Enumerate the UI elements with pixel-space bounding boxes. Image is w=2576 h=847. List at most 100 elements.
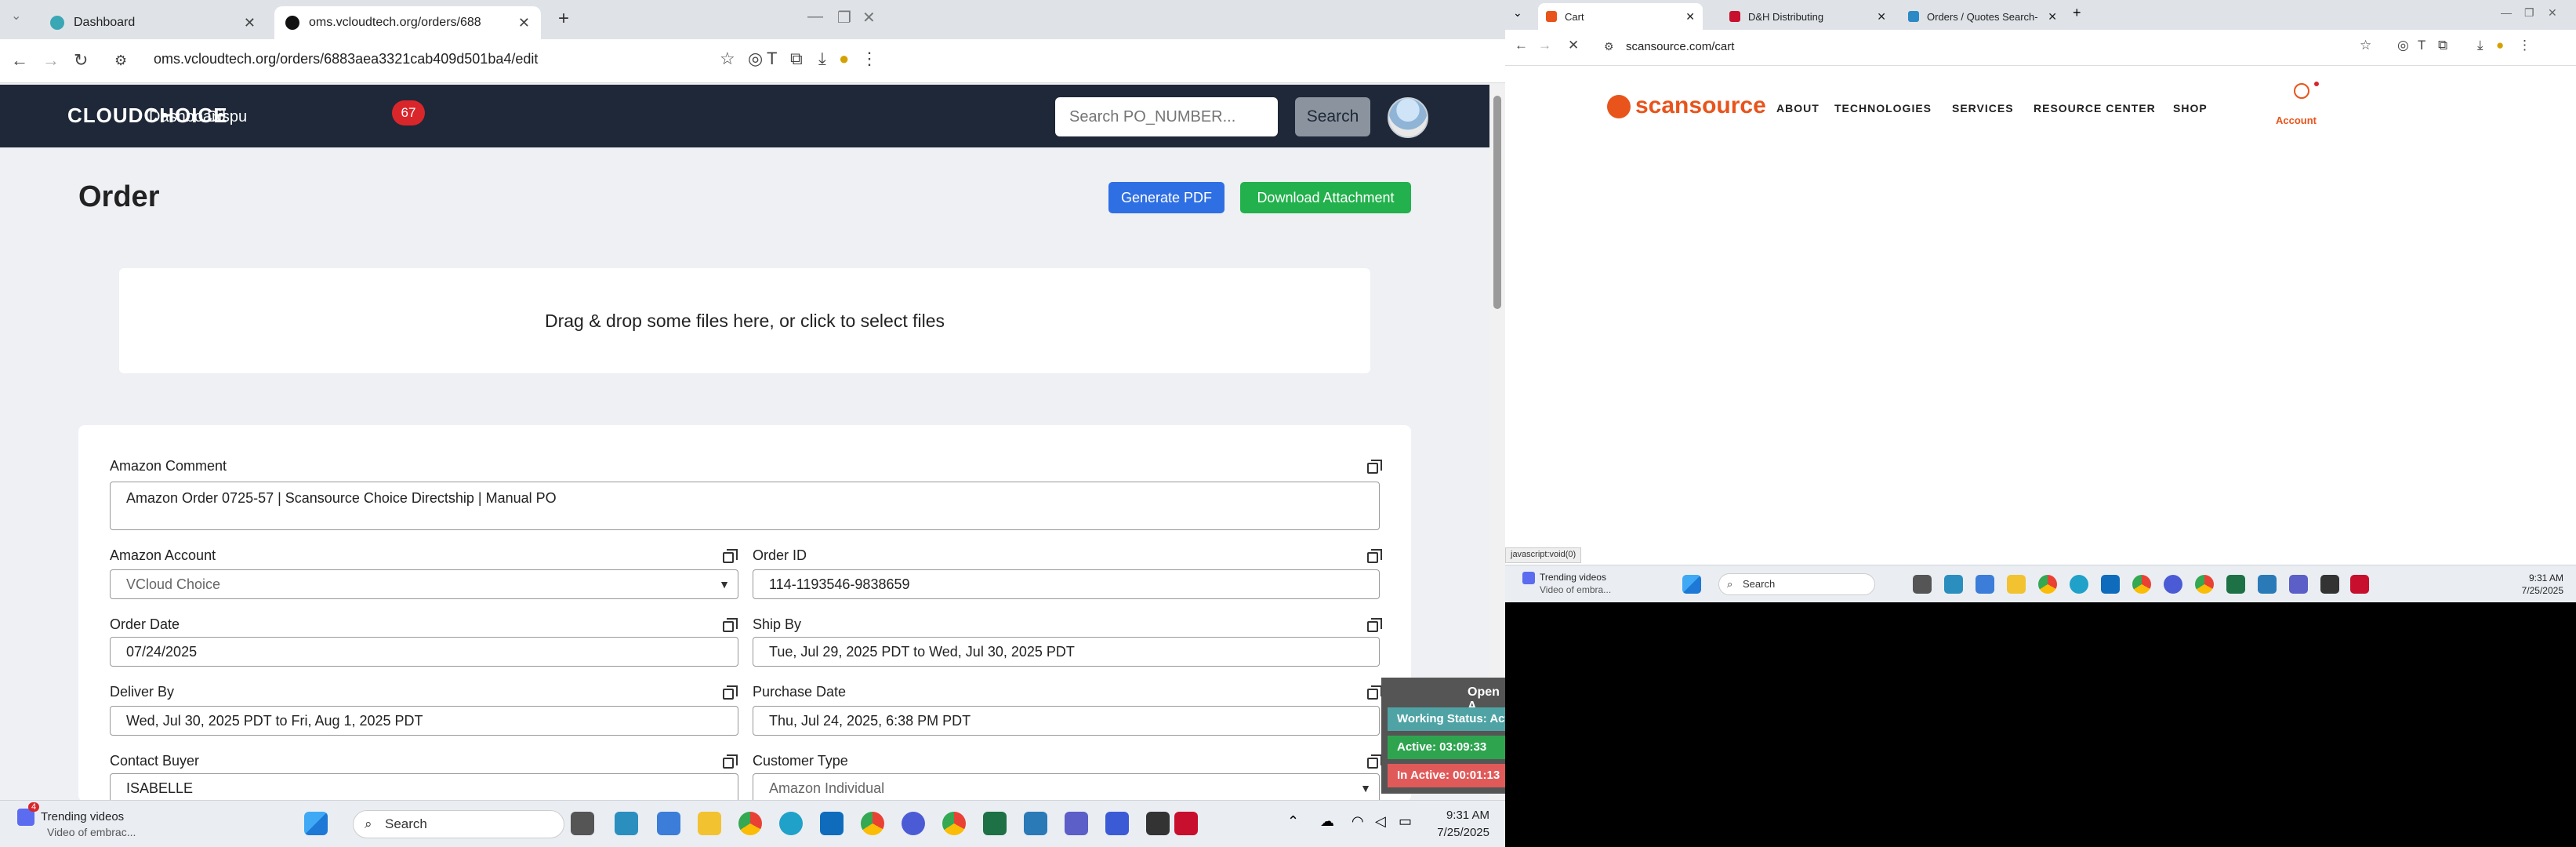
- tab-search-chevron-icon[interactable]: ⌄: [1513, 6, 1522, 20]
- ship-by-field[interactable]: Tue, Jul 29, 2025 PDT to Wed, Jul 30, 20…: [753, 637, 1380, 667]
- new-tab-icon[interactable]: +: [2073, 5, 2081, 21]
- nav-resource-center[interactable]: RESOURCE CENTER: [2034, 102, 2156, 115]
- reload-icon[interactable]: ↻: [74, 50, 88, 71]
- back-icon[interactable]: ←: [11, 50, 28, 71]
- url-field[interactable]: scansource.com/cart: [1626, 40, 1734, 53]
- taskbar-search[interactable]: ⌕ Search: [353, 810, 564, 838]
- order-id-field[interactable]: 114-1193546-9838659: [753, 569, 1380, 599]
- copy-icon[interactable]: [723, 685, 738, 700]
- download-icon[interactable]: ⤓: [2477, 38, 2483, 53]
- scrollbar-thumb[interactable]: [1493, 96, 1501, 309]
- contact-buyer-field[interactable]: ISABELLE: [110, 773, 738, 800]
- nav-services[interactable]: SERVICES: [1952, 102, 2014, 115]
- copy-icon[interactable]: [1367, 549, 1382, 563]
- minimize-icon[interactable]: —: [2501, 6, 2512, 19]
- excel-icon[interactable]: [983, 812, 1007, 835]
- copy-icon[interactable]: [1367, 685, 1382, 700]
- chrome-profile-icon[interactable]: [2132, 575, 2151, 594]
- deliver-by-field[interactable]: Wed, Jul 30, 2025 PDT to Fri, Aug 1, 202…: [110, 706, 738, 736]
- onedrive-icon[interactable]: ☁: [1320, 813, 1334, 830]
- calculator-icon[interactable]: [657, 812, 680, 835]
- bookmark-star-icon[interactable]: ☆: [720, 49, 735, 69]
- edge-icon[interactable]: [779, 812, 803, 835]
- amazon-account-select[interactable]: VCloud Choice ▼: [110, 569, 738, 599]
- reader-mode-icon[interactable]: T: [767, 49, 777, 69]
- snipping-icon[interactable]: [1105, 812, 1129, 835]
- close-icon[interactable]: ✕: [1877, 10, 1886, 24]
- chrome-icon[interactable]: [2038, 575, 2057, 594]
- close-icon[interactable]: ✕: [518, 15, 530, 31]
- reader-mode-icon[interactable]: T: [2418, 38, 2425, 53]
- chrome-alt-icon[interactable]: [942, 812, 966, 835]
- tab-orders-quotes[interactable]: Orders / Quotes Search- ECExp ✕: [1900, 3, 2065, 30]
- restore-icon[interactable]: ❐: [837, 8, 851, 27]
- nav-technologies[interactable]: TECHNOLOGIES: [1834, 102, 1932, 115]
- window-close-icon[interactable]: ✕: [862, 8, 876, 27]
- purchase-date-field[interactable]: Thu, Jul 24, 2025, 6:38 PM PDT: [753, 706, 1380, 736]
- forward-icon[interactable]: →: [1538, 38, 1551, 53]
- forward-icon[interactable]: →: [42, 50, 60, 71]
- menu-icon[interactable]: ⋮: [861, 49, 878, 69]
- search-button[interactable]: Search: [1295, 97, 1370, 136]
- tab-order-edit[interactable]: oms.vcloudtech.org/orders/688 ✕: [274, 6, 541, 39]
- download-attachment-button[interactable]: Download Attachment: [1240, 182, 1411, 213]
- window-close-icon[interactable]: ✕: [2548, 6, 2557, 20]
- calculator-icon[interactable]: [1976, 575, 1994, 594]
- excel-icon[interactable]: [2226, 575, 2245, 594]
- taskbar-search[interactable]: ⌕ Search: [1718, 573, 1875, 595]
- translate-icon[interactable]: ◎: [2397, 38, 2409, 53]
- app-icon[interactable]: [1944, 575, 1963, 594]
- customer-type-select[interactable]: Amazon Individual ▼: [753, 773, 1380, 800]
- remote-desktop-icon[interactable]: [1024, 812, 1047, 835]
- close-icon[interactable]: ✕: [2048, 10, 2057, 24]
- notepad-icon[interactable]: [2320, 575, 2339, 594]
- close-icon[interactable]: ✕: [1685, 10, 1695, 24]
- zoom-icon[interactable]: [2164, 575, 2182, 594]
- copy-icon[interactable]: [723, 618, 738, 632]
- windows-start-icon[interactable]: [1682, 575, 1701, 594]
- translate-icon[interactable]: ◎: [748, 49, 763, 69]
- download-icon[interactable]: ⤓: [818, 49, 826, 69]
- teams-icon[interactable]: [1065, 812, 1088, 835]
- remote-desktop-icon[interactable]: [2258, 575, 2277, 594]
- chrome-icon[interactable]: [738, 812, 762, 835]
- app-icon[interactable]: [615, 812, 638, 835]
- stop-loading-icon[interactable]: ✕: [1568, 38, 1579, 53]
- trending-videos-widget[interactable]: 4 Trending videos Video of embrac...: [17, 802, 136, 839]
- taskbar-clock[interactable]: 9:31 AM 7/25/2025: [2522, 572, 2563, 597]
- chrome-alt-icon[interactable]: [2195, 575, 2214, 594]
- notepad-icon[interactable]: [1146, 812, 1170, 835]
- battery-icon[interactable]: ▭: [1399, 813, 1412, 830]
- generate-pdf-button[interactable]: Generate PDF: [1108, 182, 1225, 213]
- edge-icon[interactable]: [2070, 575, 2088, 594]
- acrobat-icon[interactable]: [2350, 575, 2369, 594]
- nav-disputes-link[interactable]: Dispu: [207, 108, 247, 126]
- acrobat-icon[interactable]: [1174, 812, 1198, 835]
- tab-dashboard[interactable]: Dashboard ✕: [39, 6, 267, 39]
- site-info-icon[interactable]: ⚙: [114, 53, 127, 69]
- wifi-icon[interactable]: ◠: [1351, 813, 1364, 830]
- volume-icon[interactable]: ◁: [1375, 813, 1386, 830]
- profile-icon[interactable]: ●: [2496, 38, 2504, 53]
- site-info-icon[interactable]: ⚙: [1604, 40, 1614, 53]
- profile-icon[interactable]: ●: [839, 49, 849, 69]
- copy-icon[interactable]: [1367, 754, 1382, 769]
- outlook-icon[interactable]: [820, 812, 844, 835]
- new-tab-icon[interactable]: +: [558, 8, 569, 30]
- account-user-icon[interactable]: [2294, 83, 2309, 99]
- account-link[interactable]: Account: [2276, 115, 2317, 126]
- file-explorer-icon[interactable]: [698, 812, 721, 835]
- nav-about[interactable]: ABOUT: [1776, 102, 1820, 115]
- teams-icon[interactable]: [2289, 575, 2308, 594]
- zoom-icon[interactable]: [902, 812, 925, 835]
- restore-icon[interactable]: ❐: [2524, 6, 2534, 20]
- task-view-icon[interactable]: [1913, 575, 1932, 594]
- tab-search-chevron-icon[interactable]: ⌄: [11, 8, 21, 24]
- copy-icon[interactable]: [1367, 460, 1382, 474]
- windows-start-icon[interactable]: [304, 812, 328, 835]
- bookmark-star-icon[interactable]: ☆: [2360, 38, 2371, 53]
- chrome-profile-icon[interactable]: [861, 812, 884, 835]
- copy-icon[interactable]: [1367, 618, 1382, 632]
- extensions-icon[interactable]: ⧉: [790, 49, 803, 69]
- taskbar-clock[interactable]: 9:31 AM 7/25/2025: [1437, 807, 1489, 842]
